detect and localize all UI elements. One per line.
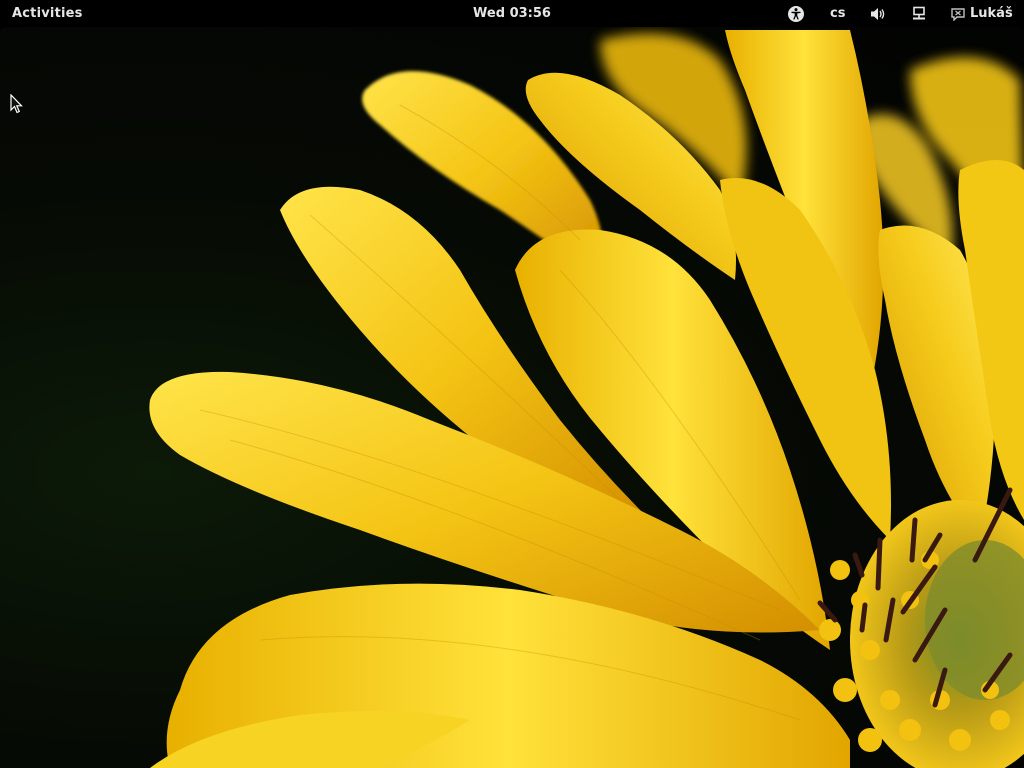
accessibility-menu-button[interactable] [787, 0, 805, 27]
network-menu-button[interactable] [911, 0, 927, 27]
top-panel: Activities Wed 03:56 cs Lukáš [0, 0, 1024, 27]
desktop-background [0, 27, 1024, 768]
accessibility-icon [788, 5, 804, 22]
user-name-label: Lukáš [970, 6, 1013, 21]
network-icon [913, 6, 925, 19]
keyboard-layout-button[interactable]: cs [830, 0, 845, 27]
user-menu-button[interactable]: Lukáš [951, 0, 1013, 27]
activities-button[interactable]: Activities [12, 6, 83, 21]
volume-menu-button[interactable] [869, 0, 887, 27]
clock-button[interactable]: Wed 03:56 [473, 6, 551, 21]
mouse-pointer-icon [10, 94, 23, 114]
desktop-screen: Activities Wed 03:56 cs Lukáš [0, 0, 1024, 768]
volume-icon [871, 7, 885, 20]
wallpaper-flower-image [149, 30, 1024, 768]
user-status-icon [951, 7, 965, 21]
